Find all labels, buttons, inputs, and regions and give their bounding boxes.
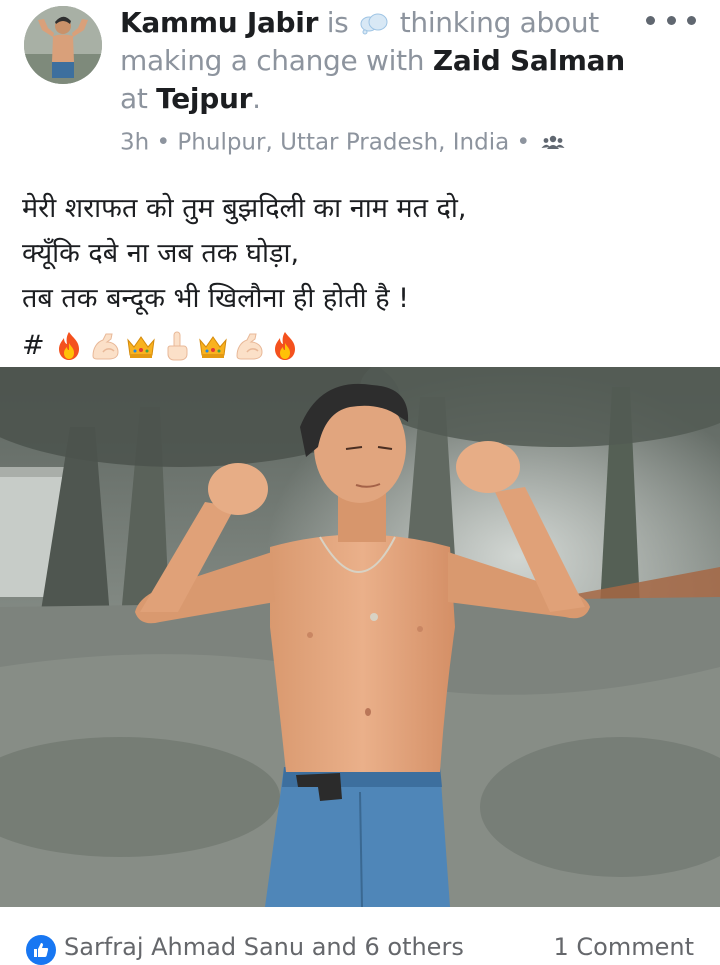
dot: [646, 15, 655, 25]
post-time[interactable]: 3h: [120, 130, 149, 156]
place-suffix: .: [252, 82, 261, 115]
dot: [687, 15, 696, 25]
more-options-icon[interactable]: [646, 8, 696, 32]
author-avatar[interactable]: [24, 6, 102, 84]
reactors-text[interactable]: Sarfraj Ahmad Sanu and 6 others: [64, 933, 464, 961]
fire-emoji: [58, 331, 79, 360]
post-line: तब तक बन्दूक भी खिलौना ही होती है !: [22, 283, 409, 314]
crown-emoji: [126, 335, 155, 358]
post-meta: 3h • Phulpur, Uttar Pradesh, India •: [120, 124, 565, 161]
post-text: मेरी शराफत को तुम बुझदिली का नाम मत दो, …: [22, 186, 702, 368]
post-location[interactable]: Phulpur, Uttar Pradesh, India: [177, 130, 509, 156]
meta-separator: •: [156, 129, 171, 156]
meta-separator: •: [516, 129, 531, 156]
flexed-biceps-emoji: [236, 333, 263, 359]
friends-icon[interactable]: [541, 134, 565, 152]
author-name[interactable]: Kammu Jabir: [120, 6, 318, 39]
post-footer: Sarfraj Ahmad Sanu and 6 others 1 Commen…: [0, 907, 720, 965]
dot: [666, 15, 676, 25]
place-prefix: at: [120, 82, 148, 115]
place-link[interactable]: Tejpur: [156, 82, 252, 115]
post-line: मेरी शराफत को तुम बुझदिली का नाम मत दो,: [22, 193, 467, 224]
like-icon: [26, 935, 56, 965]
comments-count[interactable]: 1 Comment: [554, 933, 694, 961]
thought-balloon-icon: [360, 13, 388, 35]
verb-text: is: [326, 6, 349, 39]
post-line: क्यूँकि दबे ना जब तक घोड़ा,: [22, 238, 300, 269]
crown-emoji: [198, 335, 227, 358]
tagged-person[interactable]: Zaid Salman: [433, 44, 625, 77]
flexed-biceps-emoji: [92, 333, 119, 359]
post-header: Kammu Jabir is thinking about making a c…: [0, 0, 720, 168]
hashtag-symbol[interactable]: #: [22, 323, 45, 368]
emoji-line: #: [22, 323, 702, 368]
post-headline: Kammu Jabir is thinking about making a c…: [120, 4, 640, 118]
post-photo[interactable]: [0, 367, 720, 907]
pointing-up-emoji: [167, 331, 188, 360]
fire-emoji: [274, 331, 295, 360]
